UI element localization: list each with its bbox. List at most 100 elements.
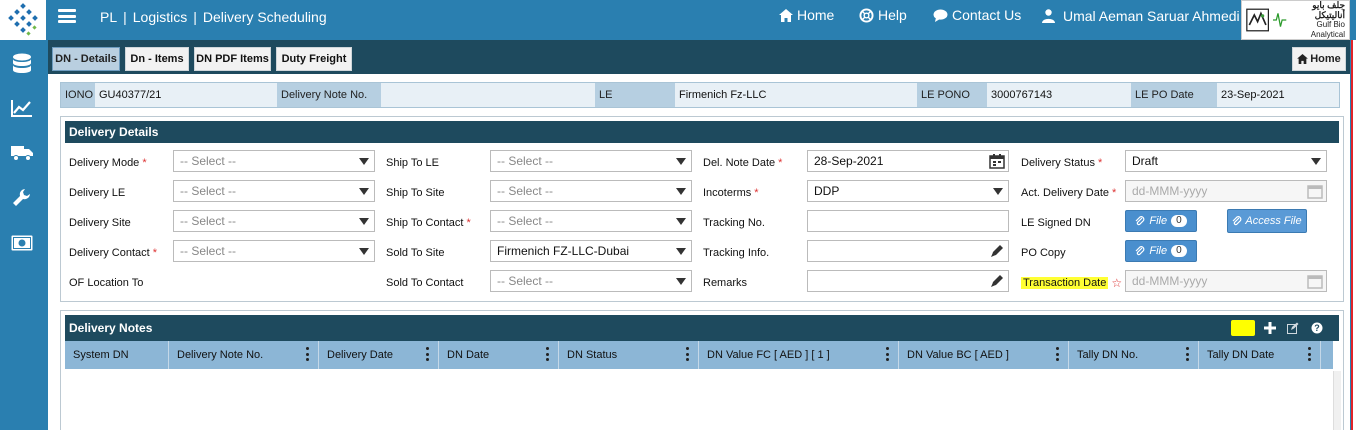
column-header[interactable]: Delivery Note No. <box>169 341 319 369</box>
home-button[interactable]: Home <box>1292 47 1346 71</box>
chevron-down-icon <box>354 181 374 201</box>
tab-dn-details[interactable]: DN - Details <box>52 47 120 71</box>
user-icon <box>1042 9 1055 23</box>
chat-icon <box>933 8 948 22</box>
column-menu-icon[interactable] <box>686 347 690 361</box>
nav-help[interactable]: Help <box>859 7 907 23</box>
home-icon <box>1297 54 1309 64</box>
tab-duty-freight[interactable]: Duty Freight <box>276 47 352 71</box>
tracking-no-input[interactable] <box>807 210 1009 232</box>
nav-home[interactable]: Home <box>779 7 834 23</box>
delivery-status-select[interactable]: Draft <box>1125 150 1327 172</box>
calendar-icon[interactable] <box>986 151 1008 171</box>
act-delivery-date-label: Act. Delivery Date * <box>1021 187 1117 199</box>
column-header[interactable]: DN Value FC [ AED ] [ 1 ] <box>699 341 899 369</box>
po-copy-file-button[interactable]: File 0 <box>1125 240 1197 262</box>
chevron-down-icon <box>354 211 374 231</box>
chevron-down-icon <box>671 271 691 291</box>
sold-to-contact-select[interactable]: -- Select -- <box>490 270 692 292</box>
column-menu-icon[interactable] <box>1186 347 1190 361</box>
chevron-down-icon <box>671 211 691 231</box>
column-menu-icon[interactable] <box>306 347 310 361</box>
remarks-input[interactable] <box>807 270 1009 292</box>
delivery-le-select[interactable]: -- Select -- <box>173 180 375 202</box>
delivery-details-panel: Delivery Details Delivery Mode * -- Selec… <box>60 116 1344 302</box>
column-menu-icon[interactable] <box>886 347 890 361</box>
money-icon[interactable] <box>10 231 34 255</box>
pencil-icon[interactable] <box>986 271 1008 291</box>
database-icon[interactable] <box>10 52 34 76</box>
delivery-mode-select[interactable]: -- Select -- <box>173 150 375 172</box>
user-menu[interactable]: Umal Aeman Saruar Ahmedi <box>1042 8 1240 24</box>
chevron-down-icon <box>1306 151 1326 171</box>
breadcrumb-item[interactable]: Logistics <box>133 9 187 25</box>
chevron-down-icon <box>988 181 1008 201</box>
star-icon: ☆ <box>1111 276 1123 290</box>
le-signed-dn-label: LE Signed DN <box>1021 217 1091 229</box>
help-icon[interactable]: ? <box>1310 321 1324 335</box>
act-delivery-date-input[interactable]: dd-MMM-yyyy <box>1125 180 1327 202</box>
breadcrumb-item[interactable]: PL <box>100 9 117 25</box>
le-po-date-value: 23-Sep-2021 <box>1217 83 1339 107</box>
tracking-no-label: Tracking No. <box>703 217 765 229</box>
svg-text:?: ? <box>1314 323 1320 333</box>
tab-dn-pdf-items[interactable]: DN PDF Items <box>194 47 271 71</box>
nav-contact-us[interactable]: Contact Us <box>933 7 1021 23</box>
column-header[interactable]: Delivery Date <box>319 341 439 369</box>
del-note-date-input[interactable]: 28-Sep-2021 <box>807 150 1009 172</box>
tracking-info-input[interactable] <box>807 240 1009 262</box>
le-label: LE <box>595 83 675 107</box>
ship-to-site-select[interactable]: -- Select -- <box>490 180 692 202</box>
ship-to-contact-select[interactable]: -- Select -- <box>490 210 692 232</box>
user-name: Umal Aeman Saruar Ahmedi <box>1063 8 1240 24</box>
delivery-site-select[interactable]: -- Select -- <box>173 210 375 232</box>
column-header[interactable]: Tally DN Date <box>1199 341 1321 369</box>
menu-toggle-icon[interactable] <box>58 9 76 23</box>
of-location-to-label: OF Location To <box>69 277 144 289</box>
pencil-icon[interactable] <box>986 241 1008 261</box>
chevron-down-icon <box>671 181 691 201</box>
incoterms-select[interactable]: DDP <box>807 180 1009 202</box>
delivery-contact-select[interactable]: -- Select -- <box>173 240 375 262</box>
column-header[interactable]: DN Date <box>439 341 559 369</box>
po-copy-label: PO Copy <box>1021 247 1066 259</box>
edit-icon[interactable] <box>1286 321 1300 335</box>
le-po-date-label: LE PO Date <box>1131 83 1217 107</box>
file-count-badge: 0 <box>1171 245 1187 257</box>
tracking-info-label: Tracking Info. <box>703 247 770 259</box>
ship-to-le-select[interactable]: -- Select -- <box>490 150 692 172</box>
paperclip-icon <box>1232 215 1242 225</box>
ship-to-le-label: Ship To LE <box>386 157 440 169</box>
color-filter-chip[interactable] <box>1231 320 1255 336</box>
truck-icon[interactable] <box>10 141 34 165</box>
iono-label: IONO <box>61 83 95 107</box>
chevron-down-icon <box>671 151 691 171</box>
column-menu-icon[interactable] <box>546 347 550 361</box>
calendar-icon[interactable] <box>1304 271 1326 291</box>
column-header[interactable]: Tally DN No. <box>1069 341 1199 369</box>
sidebar <box>0 40 46 430</box>
chevron-down-icon <box>671 241 691 261</box>
le-signed-dn-file-button[interactable]: File 0 <box>1125 210 1197 232</box>
sold-to-site-select[interactable]: Firmenich FZ-LLC-Dubai <box>490 240 692 262</box>
column-header[interactable]: DN Status <box>559 341 699 369</box>
tab-dn-items[interactable]: Dn - Items <box>125 47 189 71</box>
le-pono-value: 3000767143 <box>987 83 1131 107</box>
grid-scrollbar[interactable] <box>1333 371 1341 430</box>
access-file-button[interactable]: Access File <box>1227 209 1307 233</box>
delivery-contact-label: Delivery Contact * <box>69 247 157 259</box>
remarks-label: Remarks <box>703 277 748 289</box>
line-chart-icon[interactable] <box>10 96 34 120</box>
transaction-date-input[interactable]: dd-MMM-yyyy <box>1125 270 1327 292</box>
incoterms-label: Incoterms * <box>703 187 759 199</box>
add-icon[interactable] <box>1263 321 1277 335</box>
column-menu-icon[interactable] <box>426 347 430 361</box>
column-header[interactable]: System DN <box>65 341 169 369</box>
column-header[interactable]: DN Value BC [ AED ] <box>899 341 1069 369</box>
delivery-note-no-label: Delivery Note No. <box>277 83 381 107</box>
wrench-icon[interactable] <box>10 186 34 210</box>
column-menu-icon[interactable] <box>1308 347 1312 361</box>
app-logo[interactable] <box>0 0 46 40</box>
column-menu-icon[interactable] <box>1056 347 1060 361</box>
calendar-icon[interactable] <box>1304 181 1326 201</box>
